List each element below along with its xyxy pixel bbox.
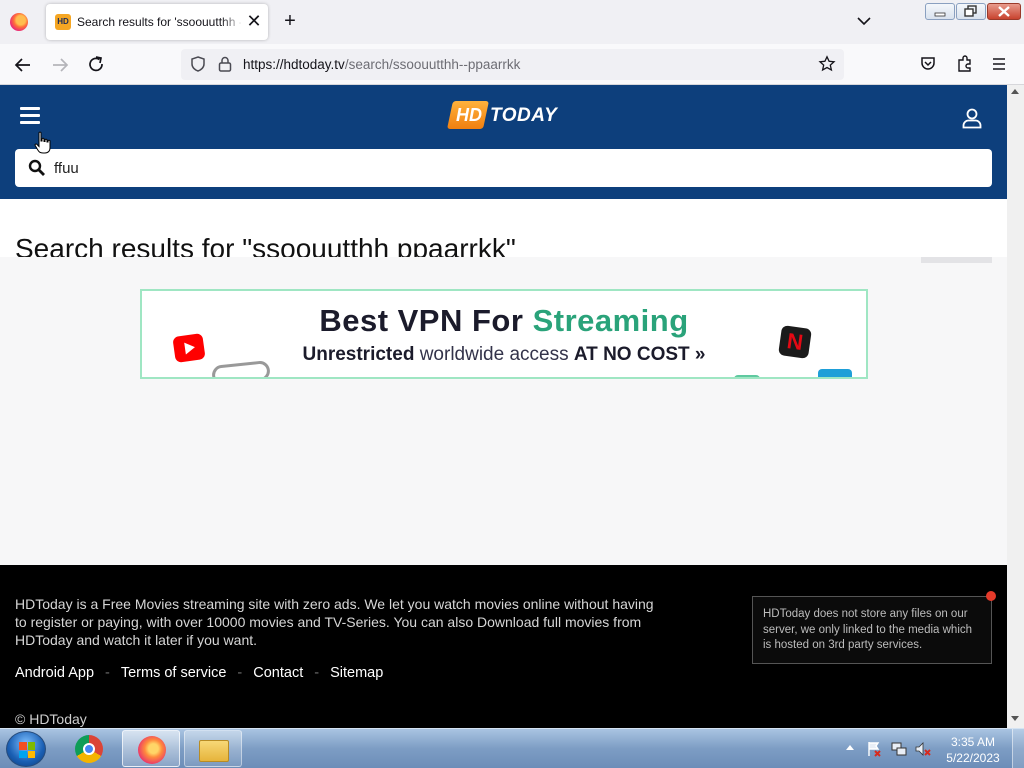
windows-logo-icon: [19, 742, 35, 758]
youtube-icon: [172, 333, 206, 363]
app-menu-hamburger-icon[interactable]: [991, 56, 1007, 72]
ad-title: Best VPN For Streaming: [142, 303, 866, 339]
netflix-icon: N: [778, 325, 812, 359]
firefox-icon: [138, 736, 166, 764]
footer-separator: -: [237, 665, 243, 681]
windows-start-button[interactable]: [6, 731, 46, 767]
list-all-tabs-chevron-icon[interactable]: [854, 11, 874, 31]
page-viewport: HD TODAY Search results for "ssoouutthh …: [0, 85, 1007, 728]
site-search-box[interactable]: [15, 149, 992, 187]
volume-muted-icon[interactable]: [915, 741, 931, 757]
site-menu-hamburger-icon[interactable]: [20, 107, 40, 125]
vpn-ad-banner[interactable]: Best VPN For Streaming Unrestricted worl…: [140, 289, 868, 379]
windows-taskbar: 3:35 AM 5/22/2023: [0, 728, 1024, 768]
new-tab-plus-icon[interactable]: +: [279, 10, 301, 32]
reload-icon[interactable]: [83, 52, 109, 78]
taskbar-firefox[interactable]: [122, 730, 180, 767]
hdtoday-favicon-icon: HD: [55, 14, 71, 30]
ad-title-main: Best VPN For: [319, 303, 524, 338]
action-center-flag-icon[interactable]: [866, 741, 882, 757]
folder-icon: [199, 740, 229, 762]
filter-placeholder: [921, 257, 992, 263]
extensions-puzzle-icon[interactable]: [955, 54, 975, 74]
search-input[interactable]: [54, 149, 974, 187]
browser-tab-active[interactable]: HD Search results for 'ssoouutthh --ppaa…: [46, 4, 268, 40]
hand-pointer-cursor-icon: [34, 131, 51, 154]
browser-navigation-toolbar: https://hdtoday.tv/search/ssoouutthh--pp…: [0, 44, 1024, 85]
system-clock[interactable]: 3:35 AM 5/22/2023: [944, 734, 1002, 766]
tab-title-fade: [221, 12, 243, 32]
footer-link-contact[interactable]: Contact: [253, 665, 303, 681]
footer-copyright: © HDToday: [15, 711, 87, 727]
back-arrow-icon[interactable]: [10, 52, 36, 78]
window-minimize-button[interactable]: [925, 3, 955, 20]
clock-date: 5/22/2023: [946, 751, 1000, 765]
window-close-button[interactable]: [987, 3, 1021, 20]
ad-subtitle-bold: AT NO COST: [573, 344, 690, 365]
user-account-icon[interactable]: [961, 107, 983, 129]
site-header: HD TODAY: [0, 85, 1007, 199]
taskbar-file-explorer[interactable]: [184, 730, 242, 767]
footer-separator: -: [105, 665, 110, 681]
padlock-icon[interactable]: [217, 55, 233, 73]
url-text[interactable]: https://hdtoday.tv/search/ssoouutthh--pp…: [243, 57, 520, 72]
show-desktop-button[interactable]: [1012, 729, 1024, 768]
site-footer: HDToday is a Free Movies streaming site …: [0, 565, 1007, 728]
prime-video-icon: [818, 369, 852, 377]
logo-today-text: TODAY: [490, 105, 558, 126]
scroll-up-arrow-icon[interactable]: [1011, 89, 1019, 94]
forward-arrow-icon[interactable]: [47, 52, 73, 78]
logo-hd-text: HD: [456, 105, 482, 125]
results-heading: Search results for "ssoouutthh ppaarrkk": [15, 233, 516, 259]
hdtoday-logo[interactable]: HD TODAY: [447, 99, 557, 131]
pocket-icon[interactable]: [919, 55, 937, 73]
browser-tab-strip: HD Search results for 'ssoouutthh --ppaa…: [0, 0, 1024, 44]
tab-title: Search results for 'ssoouutthh --ppaarrk…: [77, 15, 241, 29]
footer-links: Android App - Terms of service - Contact - Sit…: [15, 665, 383, 681]
url-host: https://hdtoday.tv: [243, 57, 345, 72]
results-heading-container: Search results for "ssoouutthh ppaarrkk": [15, 231, 915, 259]
footer-about-text: HDToday is a Free Movies streaming site …: [15, 596, 654, 648]
show-hidden-icons-arrow-icon[interactable]: [846, 745, 854, 750]
footer-link-sitemap[interactable]: Sitemap: [330, 665, 383, 681]
address-bar[interactable]: https://hdtoday.tv/search/ssoouutthh--pp…: [181, 49, 844, 80]
footer-separator: -: [314, 665, 320, 681]
network-icon[interactable]: [891, 741, 907, 757]
tab-close-icon[interactable]: ✕: [244, 11, 264, 31]
ad-subtitle-arrow: »: [689, 344, 706, 365]
bookmark-star-icon[interactable]: [818, 55, 836, 73]
window-restore-button[interactable]: [956, 3, 986, 20]
hulu-icon: [734, 375, 760, 377]
firefox-logo-icon[interactable]: [10, 13, 28, 31]
tracking-protection-shield-icon[interactable]: [189, 55, 207, 73]
clock-time: 3:35 AM: [950, 735, 996, 749]
notification-dot-icon: [986, 591, 996, 601]
footer-disclaimer: HDToday does not store any files on our …: [752, 596, 992, 664]
footer-link-android-app[interactable]: Android App: [15, 665, 94, 681]
ad-subtitle-mid: worldwide access: [414, 344, 574, 365]
scroll-down-arrow-icon[interactable]: [1011, 716, 1019, 721]
taskbar-chrome[interactable]: [60, 730, 118, 767]
search-icon[interactable]: [28, 159, 46, 177]
chrome-icon: [75, 735, 103, 763]
ad-subtitle-lead: Unrestricted: [302, 344, 415, 365]
ad-title-accent: Streaming: [532, 303, 689, 338]
page-scrollbar[interactable]: [1007, 85, 1024, 728]
url-path: /search/ssoouutthh--ppaarrkk: [344, 57, 521, 72]
footer-link-terms[interactable]: Terms of service: [121, 665, 227, 681]
